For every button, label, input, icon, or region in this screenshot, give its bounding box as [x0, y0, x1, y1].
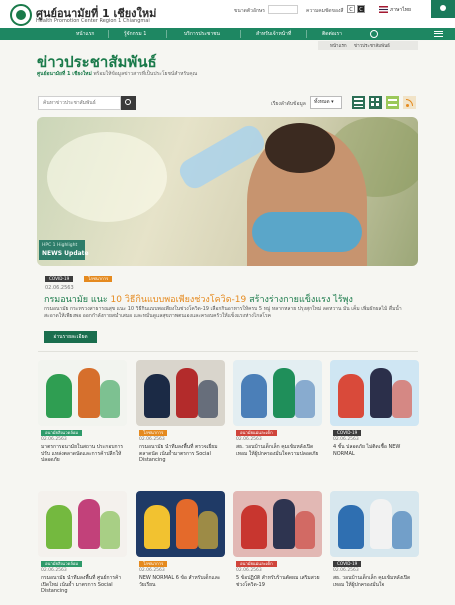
user-login-button[interactable]	[431, 0, 455, 18]
section-divider	[38, 351, 418, 352]
main-navbar: หน้าแรก รู้จักกรม 1 บริการประชาชน สำหรับ…	[0, 28, 455, 40]
hero-banner-image[interactable]: HPC 1 Highlight NEWS Update	[37, 117, 418, 266]
contrast-high-button[interactable]: C	[357, 5, 365, 13]
font-size-control[interactable]	[268, 5, 298, 14]
search-icon[interactable]	[370, 30, 378, 38]
nav-item-home[interactable]: หน้าแรก	[76, 28, 94, 40]
news-card-title[interactable]: 4 ชั้น ปลอดภัย ไม่ติดเชื้อ NEW NORMAL	[333, 444, 418, 457]
news-card-tag[interactable]: อนามัยแม่และเด็ก	[236, 430, 277, 436]
news-card-title[interactable]: สธ. วอนบ้านเด็กเล็ก คุมเข้มหลังเปิดเทอม …	[236, 444, 321, 457]
breadcrumb: หน้าแรก ข่าวประชาสัมพันธ์	[318, 41, 418, 50]
language-select[interactable]: ภาษาไทย	[390, 6, 411, 14]
page-subtitle: ศูนย์อนามัยที่ 1 เชียงใหม่ พร้อมให้ข้อมู…	[37, 70, 197, 78]
news-card-date: 02.06.2563	[236, 437, 262, 442]
subtitle-text: พร้อมให้ข้อมูลข่าวสารที่เป็นประโยชน์สำหร…	[93, 71, 198, 77]
nav-item-about[interactable]: รู้จักกรม 1	[124, 28, 146, 40]
read-more-button[interactable]: อ่านรายละเอียด	[44, 331, 97, 343]
hero-badge-main: NEWS Update	[42, 250, 89, 257]
nav-divider	[166, 30, 167, 38]
page: ศูนย์อนามัยที่ 1 เชียงใหม่ Health Promot…	[0, 0, 455, 605]
sort-selected-value: ทั้งหมด	[314, 99, 330, 105]
featured-title[interactable]: กรมอนามัย แนะ 10 วิธีกินแบบพอเพียงช่วงโค…	[44, 292, 353, 306]
thai-flag-icon	[379, 6, 388, 13]
news-card-image[interactable]	[136, 360, 225, 426]
breadcrumb-home[interactable]: หน้าแรก	[330, 42, 347, 49]
news-search-input[interactable]	[38, 96, 121, 110]
compact-view-button[interactable]	[386, 96, 399, 109]
nav-item-services[interactable]: บริการประชาชน	[184, 28, 220, 40]
menu-icon[interactable]	[434, 31, 443, 37]
news-card-title[interactable]: สธ. วอนบ้านเด็กเล็ก คุมเข้มหลังเปิดเทอม …	[333, 575, 418, 588]
list-view-button[interactable]	[352, 96, 365, 109]
news-card-date: 02.06.2563	[333, 437, 359, 442]
news-card-date: 02.06.2563	[139, 568, 165, 573]
featured-title-prefix: กรมอนามัย แนะ	[44, 295, 111, 305]
news-card-date: 02.06.2563	[41, 437, 67, 442]
subtitle-org: ศูนย์อนามัยที่ 1 เชียงใหม่	[37, 71, 92, 77]
search-button[interactable]	[121, 96, 136, 110]
nav-item-contact[interactable]: ติดต่อเรา	[322, 28, 342, 40]
brand-subtitle: Health Promotion Center Region 1 Chiangm…	[36, 18, 150, 24]
breadcrumb-current: ข่าวประชาสัมพันธ์	[354, 44, 390, 49]
news-card-image[interactable]	[330, 360, 419, 426]
contrast-normal-button[interactable]: C	[347, 5, 355, 13]
news-card-tag[interactable]: อนามัยสิ่งแวดล้อม	[41, 561, 83, 567]
news-card-date: 02.06.2563	[41, 568, 67, 573]
featured-tag-covid[interactable]: COVID-19	[45, 276, 74, 282]
news-card-image[interactable]	[233, 491, 322, 557]
nav-divider	[108, 30, 109, 38]
font-size-label: ขนาดตัวอักษร	[234, 8, 265, 14]
news-card-date: 02.06.2563	[139, 437, 165, 442]
nav-divider	[240, 30, 241, 38]
news-card-title[interactable]: NEW NORMAL 6 ข้อ สำหรับเด็กและวัยเรียน	[139, 575, 224, 588]
news-card-title[interactable]: มาตรการอนามัยในสถาน ประกอบการ ปรับ แหล่ง…	[41, 444, 126, 464]
news-card-image[interactable]	[38, 491, 127, 557]
news-card-title[interactable]: กรมอนามัย นำทีมลงพื้นที่ ตรวจเยี่ยมตลาดน…	[139, 444, 224, 464]
top-bar: ศูนย์อนามัยที่ 1 เชียงใหม่ Health Promot…	[0, 0, 455, 30]
news-card-image[interactable]	[136, 491, 225, 557]
news-card-tag[interactable]: อนามัยสิ่งแวดล้อม	[41, 430, 83, 436]
grid-view-button[interactable]	[369, 96, 382, 109]
news-card-date: 02.06.2563	[333, 568, 359, 573]
news-card-tag[interactable]: โภชนาการ	[139, 430, 168, 436]
sort-label: เรียงลำดับข้อมูล	[271, 101, 306, 107]
rss-icon[interactable]	[403, 96, 416, 109]
featured-title-highlight: 10 วิธีกินแบบพอเพียงช่วงโควิด-19	[110, 295, 247, 305]
featured-title-suffix: สร้างร่างกายแข็งแรง ไร้พุง	[246, 295, 353, 305]
news-card-image[interactable]	[38, 360, 127, 426]
contrast-label: ความคมชัดของสี	[306, 8, 344, 14]
search-icon	[125, 99, 131, 105]
hero-badge: HPC 1 Highlight NEWS Update	[39, 240, 89, 260]
news-card-image[interactable]	[330, 491, 419, 557]
featured-tag-nutrition[interactable]: โภชนาการ	[84, 276, 113, 282]
featured-date: 02.06.2563	[45, 285, 74, 291]
news-card-tag[interactable]: COVID-19	[333, 430, 362, 436]
nav-item-staff[interactable]: สำหรับเจ้าหน้าที่	[256, 28, 291, 40]
news-card-title[interactable]: 5 ข้อปฏิบัติ สำหรับร้านตัดผม เสริมสวย ช่…	[236, 575, 321, 588]
news-card-tag[interactable]: COVID-19	[333, 561, 362, 567]
logo-icon[interactable]	[10, 4, 32, 26]
featured-description: กรมอนามัย กระทรวงสาธารณสุข แนะ 10 วิธีกิ…	[44, 306, 402, 319]
news-card-date: 02.06.2563	[236, 568, 262, 573]
news-card-tag[interactable]: โภชนาการ	[139, 561, 168, 567]
nav-divider	[306, 30, 307, 38]
hero-badge-small: HPC 1 Highlight	[42, 243, 78, 248]
news-card-tag[interactable]: อนามัยแม่และเด็ก	[236, 561, 277, 567]
sort-select[interactable]: ทั้งหมด ▾	[310, 96, 342, 109]
news-card-title[interactable]: กรมอนามัย นำทีมลงพื้นที่ ศูนย์การค้าเปิด…	[41, 575, 126, 595]
news-card-image[interactable]	[233, 360, 322, 426]
